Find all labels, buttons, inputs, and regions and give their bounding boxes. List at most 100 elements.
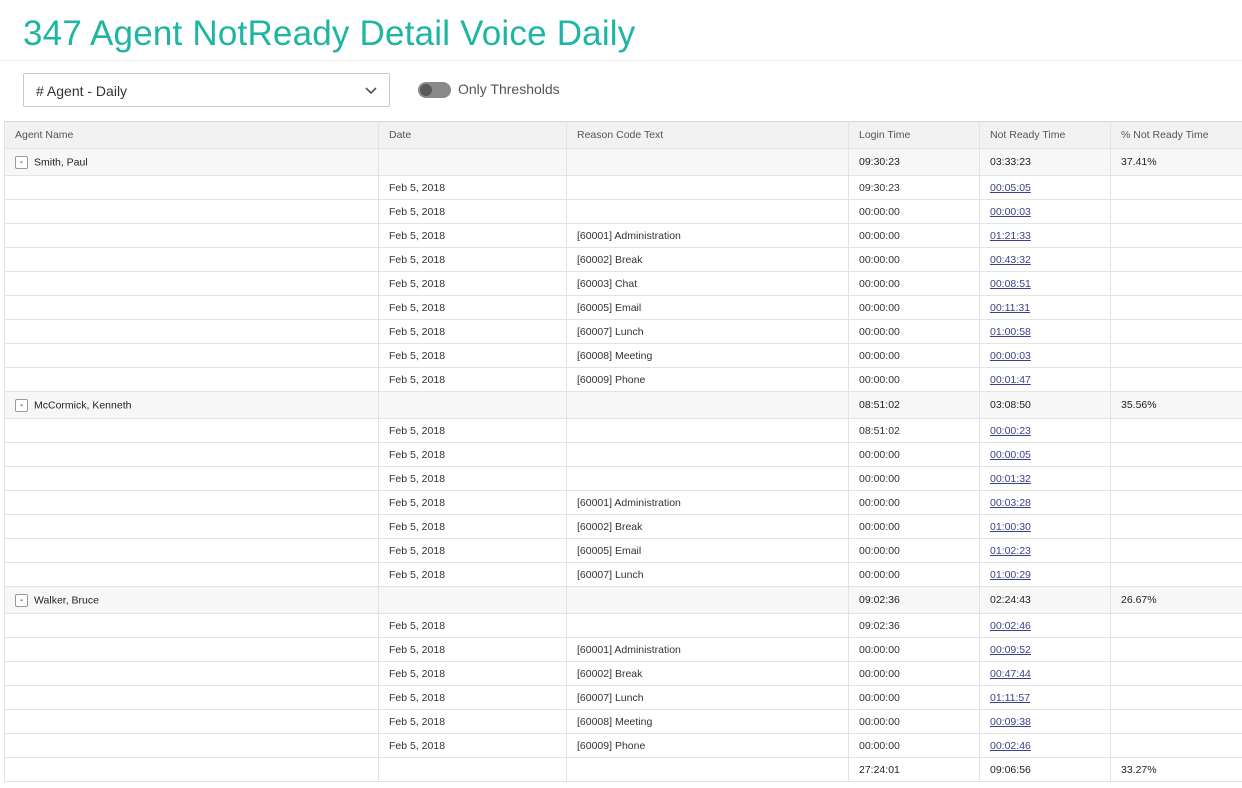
pct-not-ready-cell xyxy=(1110,709,1242,734)
reason-cell: [60007] Lunch xyxy=(566,685,849,710)
not-ready-time-cell: 00:47:44 xyxy=(979,661,1111,686)
login-time-cell: 09:30:23 xyxy=(848,175,980,200)
pct-not-ready-cell xyxy=(1110,319,1242,344)
agent-name-cell xyxy=(4,367,379,392)
pct-not-ready-cell xyxy=(1110,367,1242,392)
table-row: Feb 5, 2018 00:00:00 00:00:05 xyxy=(4,442,1242,467)
total-login-time: 27:24:01 xyxy=(848,757,980,782)
reason-cell: [60009] Phone xyxy=(566,367,849,392)
grouping-select-value: # Agent - Daily xyxy=(36,83,128,99)
column-header-reason-code-text[interactable]: Reason Code Text xyxy=(566,121,849,149)
date-cell: Feb 5, 2018 xyxy=(378,685,567,710)
login-time-cell: 08:51:02 xyxy=(848,418,980,443)
not-ready-time-link[interactable]: 00:47:44 xyxy=(990,668,1031,680)
agent-group-row: - McCormick, Kenneth 08:51:02 03:08:50 35.56… xyxy=(4,391,1242,419)
not-ready-time-link[interactable]: 00:00:05 xyxy=(990,449,1031,461)
not-ready-time-link[interactable]: 00:02:46 xyxy=(990,740,1031,752)
reason-cell xyxy=(566,418,849,443)
agent-name-cell xyxy=(4,757,379,782)
pct-not-ready-cell xyxy=(1110,466,1242,491)
pct-not-ready-cell xyxy=(1110,637,1242,662)
agent-group-row: - Walker, Bruce 09:02:36 02:24:43 26.67% xyxy=(4,586,1242,614)
login-time-cell: 00:00:00 xyxy=(848,661,980,686)
pct-not-ready-cell xyxy=(1110,514,1242,539)
not-ready-time-link[interactable]: 01:02:23 xyxy=(990,545,1031,557)
reason-cell: [60002] Break xyxy=(566,661,849,686)
column-header-pct-not-ready-time[interactable]: % Not Ready Time xyxy=(1110,121,1242,149)
collapse-group-button[interactable]: - xyxy=(15,155,28,169)
not-ready-time-link[interactable]: 00:00:03 xyxy=(990,206,1031,218)
group-not-ready-time: 03:33:23 xyxy=(979,148,1111,176)
not-ready-time-link[interactable]: 01:00:58 xyxy=(990,326,1031,338)
agent-name-cell xyxy=(4,223,379,248)
not-ready-time-link[interactable]: 00:01:47 xyxy=(990,374,1031,386)
table-row: Feb 5, 2018 [60002] Break 00:00:00 01:00:30 xyxy=(4,514,1242,539)
agent-name: Walker, Bruce xyxy=(34,593,99,606)
table-row: Feb 5, 2018 [60007] Lunch 00:00:00 01:11:57 xyxy=(4,685,1242,710)
not-ready-time-link[interactable]: 00:11:31 xyxy=(990,302,1030,314)
total-not-ready-time: 09:06:56 xyxy=(979,757,1111,782)
not-ready-time-link[interactable]: 00:03:28 xyxy=(990,497,1031,509)
agent-name-cell xyxy=(4,613,379,638)
pct-not-ready-cell xyxy=(1110,418,1242,443)
reason-cell: [60001] Administration xyxy=(566,490,849,515)
not-ready-time-link[interactable]: 01:11:57 xyxy=(990,692,1030,704)
login-time-cell: 00:00:00 xyxy=(848,538,980,563)
not-ready-time-link[interactable]: 00:09:38 xyxy=(990,716,1031,728)
agent-name-cell xyxy=(4,319,379,344)
login-time-cell: 00:00:00 xyxy=(848,466,980,491)
table-row: Feb 5, 2018 [60007] Lunch 00:00:00 01:00:58 xyxy=(4,319,1242,344)
reason-cell xyxy=(566,757,849,782)
column-header-not-ready-time[interactable]: Not Ready Time xyxy=(979,121,1111,149)
grouping-select[interactable]: # Agent - Daily xyxy=(23,73,390,107)
not-ready-time-link[interactable]: 01:00:30 xyxy=(990,521,1031,533)
pct-not-ready-cell xyxy=(1110,490,1242,515)
collapse-group-button[interactable]: - xyxy=(15,398,28,412)
login-time-cell: 00:00:00 xyxy=(848,223,980,248)
login-time-cell: 00:00:00 xyxy=(848,562,980,587)
not-ready-time-link[interactable]: 00:00:03 xyxy=(990,350,1031,362)
agent-name-cell xyxy=(4,709,379,734)
not-ready-time-link[interactable]: 00:05:05 xyxy=(990,182,1031,194)
not-ready-time-link[interactable]: 00:43:32 xyxy=(990,254,1031,266)
login-time-cell: 00:00:00 xyxy=(848,490,980,515)
agent-name-cell xyxy=(4,343,379,368)
column-header-date[interactable]: Date xyxy=(378,121,567,149)
agent-name-cell xyxy=(4,490,379,515)
table-row: Feb 5, 2018 [60005] Email 00:00:00 01:02:23 xyxy=(4,538,1242,563)
date-cell xyxy=(378,586,567,614)
not-ready-time-link[interactable]: 00:09:52 xyxy=(990,644,1031,656)
login-time-cell: 00:00:00 xyxy=(848,271,980,296)
agent-name: Smith, Paul xyxy=(34,155,88,168)
table-row: Feb 5, 2018 [60008] Meeting 00:00:00 00:00:… xyxy=(4,343,1242,368)
not-ready-time-cell: 00:00:23 xyxy=(979,418,1111,443)
agent-name-cell xyxy=(4,271,379,296)
reason-cell: [60005] Email xyxy=(566,538,849,563)
agent-name-cell xyxy=(4,466,379,491)
not-ready-time-link[interactable]: 01:21:33 xyxy=(990,230,1031,242)
group-login-time: 09:30:23 xyxy=(848,148,980,176)
table-row: Feb 5, 2018 [60007] Lunch 00:00:00 01:00:29 xyxy=(4,562,1242,587)
agent-name-cell xyxy=(4,247,379,272)
group-pct-not-ready: 37.41% xyxy=(1110,148,1242,176)
login-time-cell: 00:00:00 xyxy=(848,733,980,758)
not-ready-time-cell: 00:00:05 xyxy=(979,442,1111,467)
not-ready-time-link[interactable]: 00:08:51 xyxy=(990,278,1031,290)
not-ready-time-link[interactable]: 00:01:32 xyxy=(990,473,1031,485)
not-ready-time-link[interactable]: 00:00:23 xyxy=(990,425,1031,437)
title-divider xyxy=(0,60,1242,61)
reason-cell: [60001] Administration xyxy=(566,637,849,662)
table-body: - Smith, Paul 09:30:23 03:33:23 37.41% Feb 5,… xyxy=(4,148,1242,782)
table-row: Feb 5, 2018 [60001] Administration 00:00:0… xyxy=(4,223,1242,248)
not-ready-time-link[interactable]: 01:00:29 xyxy=(990,569,1031,581)
collapse-group-button[interactable]: - xyxy=(15,593,28,607)
pct-not-ready-cell xyxy=(1110,538,1242,563)
not-ready-time-link[interactable]: 00:02:46 xyxy=(990,620,1031,632)
login-time-cell: 00:00:00 xyxy=(848,295,980,320)
column-header-login-time[interactable]: Login Time xyxy=(848,121,980,149)
page-title: 347 Agent NotReady Detail Voice Daily xyxy=(23,14,636,53)
date-cell: Feb 5, 2018 xyxy=(378,490,567,515)
table-row: Feb 5, 2018 [60003] Chat 00:00:00 00:08:51 xyxy=(4,271,1242,296)
date-cell xyxy=(378,757,567,782)
column-header-agent-name[interactable]: Agent Name xyxy=(4,121,379,149)
